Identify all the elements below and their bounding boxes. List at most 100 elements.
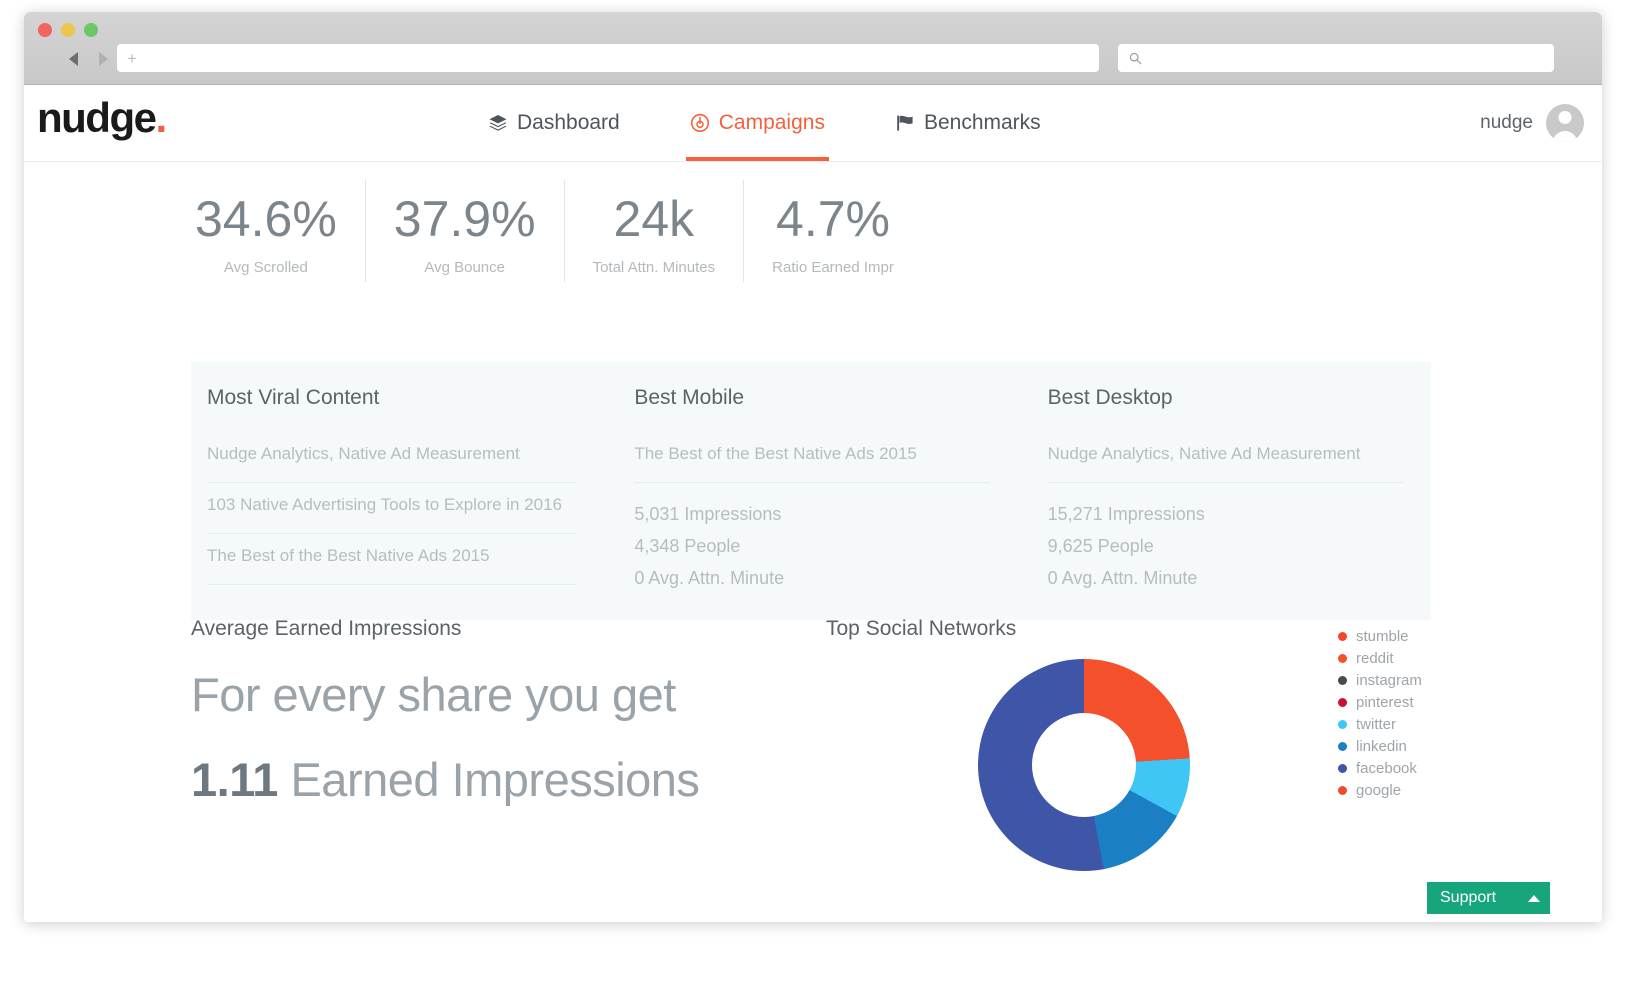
aei-line-2-text: Earned Impressions [290,753,699,806]
arrow-right-icon [99,52,108,66]
panel-most-viral-content: Most Viral Content Nudge Analytics, Nati… [191,362,604,620]
legend-color-swatch [1338,632,1347,641]
list-item[interactable]: Nudge Analytics, Native Ad Measurement [207,432,576,483]
user-menu[interactable]: nudge [1480,85,1584,161]
main-content: 34.6% Avg Scrolled 37.9% Avg Bounce 24k … [24,162,1602,922]
traffic-lights [38,23,98,37]
aei-line-1: For every share you get [191,663,791,726]
page-root: + nudge. Dashboard [0,0,1650,990]
back-button[interactable] [58,46,88,72]
legend-item-stumble[interactable]: stumble [1338,625,1422,647]
stat-line-impressions: 15,271 Impressions [1048,498,1403,530]
legend-label: google [1356,782,1401,799]
minimize-window-button[interactable] [61,23,75,37]
legend-item-reddit[interactable]: reddit [1338,647,1422,669]
list-item[interactable]: Nudge Analytics, Native Ad Measurement [1048,432,1403,483]
stat-line-people: 9,625 People [1048,530,1403,562]
legend-item-instagram[interactable]: instagram [1338,669,1422,691]
list-item[interactable]: 103 Native Advertising Tools to Explore … [207,483,576,534]
section-title-average-earned-impressions: Average Earned Impressions [191,617,791,641]
chart-legend: stumble reddit instagram pinterest twitter li… [1338,625,1422,801]
close-window-button[interactable] [38,23,52,37]
legend-label: pinterest [1356,694,1414,711]
support-button[interactable]: Support [1427,882,1550,914]
browser-titlebar: + [24,12,1602,85]
panel-stat-lines: 5,031 Impressions 4,348 People 0 Avg. At… [634,483,989,594]
lower-section: Average Earned Impressions For every sha… [24,617,1602,917]
app-logo[interactable]: nudge. [37,97,166,139]
avatar-head-shape [1559,111,1572,124]
stat-avg-bounce: 37.9% Avg Bounce [366,180,565,282]
donut-hole [1032,713,1136,817]
app-header: nudge. Dashboard Camp [24,85,1602,162]
legend-label: reddit [1356,650,1394,667]
legend-color-swatch [1338,654,1347,663]
avatar-body-shape [1553,131,1578,142]
panel-stat-lines: 15,271 Impressions 9,625 People 0 Avg. A… [1048,483,1403,594]
legend-item-facebook[interactable]: facebook [1338,757,1422,779]
stat-line-impressions: 5,031 Impressions [634,498,989,530]
stat-value: 4.7% [772,192,894,247]
legend-item-pinterest[interactable]: pinterest [1338,691,1422,713]
nav-item-dashboard[interactable]: Dashboard [484,85,624,161]
user-name: nudge [1480,112,1533,134]
insight-panels: Most Viral Content Nudge Analytics, Nati… [191,362,1431,620]
stat-label: Ratio Earned Impr [772,259,894,276]
new-tab-icon[interactable]: + [127,50,137,67]
address-bar[interactable]: + [117,44,1099,72]
legend-label: facebook [1356,760,1417,777]
forward-button[interactable] [88,46,118,72]
stat-avg-scrolled: 34.6% Avg Scrolled [167,180,366,282]
chevron-up-icon [1528,895,1540,902]
legend-label: twitter [1356,716,1396,733]
stat-line-attn-minute: 0 Avg. Attn. Minute [634,562,989,594]
legend-color-swatch [1338,676,1347,685]
arrow-left-icon [69,52,78,66]
aei-value: 1.11 [191,753,278,806]
target-icon [690,113,710,133]
legend-item-twitter[interactable]: twitter [1338,713,1422,735]
nav-item-campaigns[interactable]: Campaigns [686,85,829,161]
panel-title: Most Viral Content [207,386,576,410]
list-item[interactable]: The Best of the Best Native Ads 2015 [207,534,576,585]
donut-chart [978,659,1190,871]
flag-icon [895,113,915,133]
legend-label: instagram [1356,672,1422,689]
nav-label-campaigns: Campaigns [719,111,825,135]
legend-item-linkedin[interactable]: linkedin [1338,735,1422,757]
stat-label: Avg Scrolled [195,259,337,276]
stat-line-attn-minute: 0 Avg. Attn. Minute [1048,562,1403,594]
search-input[interactable] [1118,44,1554,72]
browser-nav-arrows [58,46,118,72]
avatar[interactable] [1546,104,1584,142]
brand-dot: . [155,94,165,141]
legend-color-swatch [1338,786,1347,795]
nav-item-benchmarks[interactable]: Benchmarks [891,85,1045,161]
stat-label: Total Attn. Minutes [593,259,716,276]
support-label: Support [1440,889,1496,907]
stat-value: 34.6% [195,192,337,247]
list-item[interactable]: The Best of the Best Native Ads 2015 [634,432,989,483]
maximize-window-button[interactable] [84,23,98,37]
average-earned-impressions-block: Average Earned Impressions For every sha… [191,617,791,812]
legend-item-google[interactable]: google [1338,779,1422,801]
nav-label-dashboard: Dashboard [517,111,620,135]
stat-value: 24k [593,192,716,247]
legend-label: linkedin [1356,738,1407,755]
legend-color-swatch [1338,720,1347,729]
browser-window: + nudge. Dashboard [24,12,1602,922]
panel-title: Best Desktop [1048,386,1403,410]
main-navigation: Dashboard Campaigns Benchmarks [484,85,1045,161]
stat-total-attn-minutes: 24k Total Attn. Minutes [565,180,745,282]
search-icon [1129,52,1142,65]
nav-label-benchmarks: Benchmarks [924,111,1041,135]
stat-ratio-earned-impr: 4.7% Ratio Earned Impr [744,180,922,282]
stat-value: 37.9% [394,192,536,247]
legend-color-swatch [1338,764,1347,773]
aei-line-2: 1.11 Earned Impressions [191,748,791,811]
stat-label: Avg Bounce [394,259,536,276]
layers-icon [488,113,508,133]
brand-text: nudge [37,94,155,141]
legend-color-swatch [1338,698,1347,707]
summary-stats: 34.6% Avg Scrolled 37.9% Avg Bounce 24k … [167,180,922,282]
